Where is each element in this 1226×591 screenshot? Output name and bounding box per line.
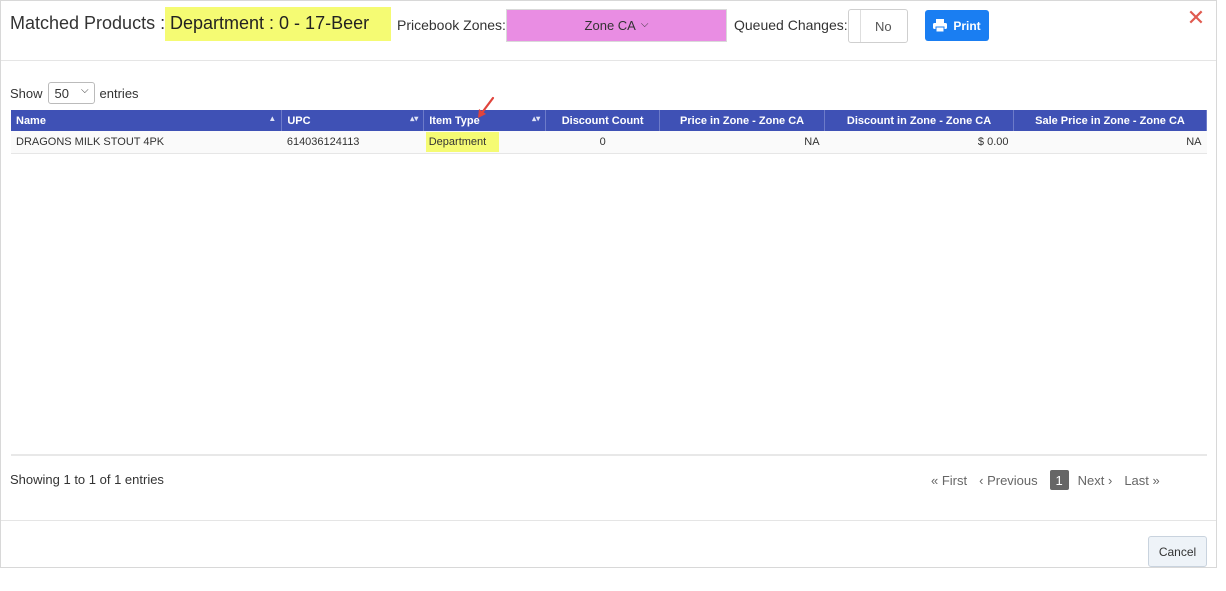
column-upc-label: UPC xyxy=(287,114,311,127)
column-item-type-label: Item Type xyxy=(429,114,480,127)
chevron-down-icon: ⌵ xyxy=(640,19,649,30)
print-button[interactable]: Print xyxy=(925,10,989,41)
annotation-arrow-icon xyxy=(478,96,495,118)
cell-discount-in-zone: $ 0.00 xyxy=(824,131,1014,154)
first-page-link[interactable]: « First xyxy=(931,473,967,488)
column-header-name[interactable]: Name ▲ xyxy=(11,110,283,131)
column-header-price-in-zone[interactable]: Price in Zone - Zone CA xyxy=(659,110,826,131)
printer-icon xyxy=(933,19,948,32)
previous-page-link[interactable]: ‹ Previous xyxy=(979,473,1038,488)
show-label: Show xyxy=(10,85,43,101)
item-type-highlight: Department xyxy=(425,131,500,152)
sort-asc-icon: ▲ xyxy=(268,114,277,123)
table-bottom-divider xyxy=(11,454,1207,456)
sort-icon: ▴▾ xyxy=(410,114,419,123)
print-label: Print xyxy=(953,18,981,33)
table-row[interactable]: DRAGONS MILK STOUT 4PK 614036124113 Depa… xyxy=(11,131,1207,154)
column-name-label: Name xyxy=(16,114,46,127)
toggle-knob xyxy=(849,10,861,42)
pricebook-zone-select[interactable]: Zone CA ⌵ xyxy=(506,9,727,42)
queued-changes-value: No xyxy=(875,19,892,34)
queued-changes-toggle[interactable]: No xyxy=(848,9,908,43)
length-control: Show 50 ⌵ entries xyxy=(10,82,139,104)
sort-icon: ▴▾ xyxy=(532,114,541,123)
close-icon[interactable]: ✕ xyxy=(1186,7,1206,29)
column-header-upc[interactable]: UPC ▴▾ xyxy=(281,110,425,131)
cell-item-type: Department xyxy=(423,131,546,154)
column-header-discount-count[interactable]: Discount Count xyxy=(545,110,661,131)
page-number-button[interactable]: 1 xyxy=(1049,470,1069,490)
cell-upc: 614036124113 xyxy=(281,131,424,154)
column-header-sale-price-in-zone[interactable]: Sale Price in Zone - Zone CA xyxy=(1013,110,1207,131)
table-header-row: Name ▲ UPC ▴▾ Item Type ▴▾ Discount Count P… xyxy=(11,110,1207,131)
pagination: « First ‹ Previous 1 Next › Last » xyxy=(931,470,1160,490)
cell-discount-count: 0 xyxy=(545,131,660,154)
chevron-down-icon: ⌵ xyxy=(80,85,89,96)
table-info: Showing 1 to 1 of 1 entries xyxy=(10,472,164,487)
modal-title-label: Matched Products : xyxy=(10,13,166,33)
modal-header: Matched Products : Department : 0 - 17-B… xyxy=(1,1,1216,61)
zone-selected-value: Zone CA xyxy=(584,18,636,33)
department-title: Department : 0 - 17-Beer xyxy=(170,13,370,33)
column-discount-count-label: Discount Count xyxy=(561,114,644,127)
cell-price-in-zone: NA xyxy=(659,131,825,154)
cell-sale-price-in-zone: NA xyxy=(1013,131,1207,154)
entries-value: 50 xyxy=(54,85,69,101)
column-discount-in-zone-label: Discount in Zone - Zone CA xyxy=(846,114,992,127)
modal-footer-divider xyxy=(1,520,1216,521)
entries-select[interactable]: 50 ⌵ xyxy=(47,82,95,104)
column-sale-price-in-zone-label: Sale Price in Zone - Zone CA xyxy=(1035,114,1185,127)
next-page-link[interactable]: Next › xyxy=(1078,473,1113,488)
cancel-button[interactable]: Cancel xyxy=(1148,536,1207,567)
column-header-discount-in-zone[interactable]: Discount in Zone - Zone CA xyxy=(824,110,1014,131)
entries-label: entries xyxy=(99,85,139,101)
pricebook-zones-label: Pricebook Zones: xyxy=(397,17,506,33)
last-page-link[interactable]: Last » xyxy=(1124,473,1159,488)
cell-name: DRAGONS MILK STOUT 4PK xyxy=(11,131,282,154)
queued-changes-label: Queued Changes: xyxy=(734,17,848,33)
column-price-in-zone-label: Price in Zone - Zone CA xyxy=(680,114,805,127)
matched-products-modal: Matched Products : Department : 0 - 17-B… xyxy=(0,0,1217,568)
matched-products-table: Name ▲ UPC ▴▾ Item Type ▴▾ Discount Count P… xyxy=(11,110,1207,154)
